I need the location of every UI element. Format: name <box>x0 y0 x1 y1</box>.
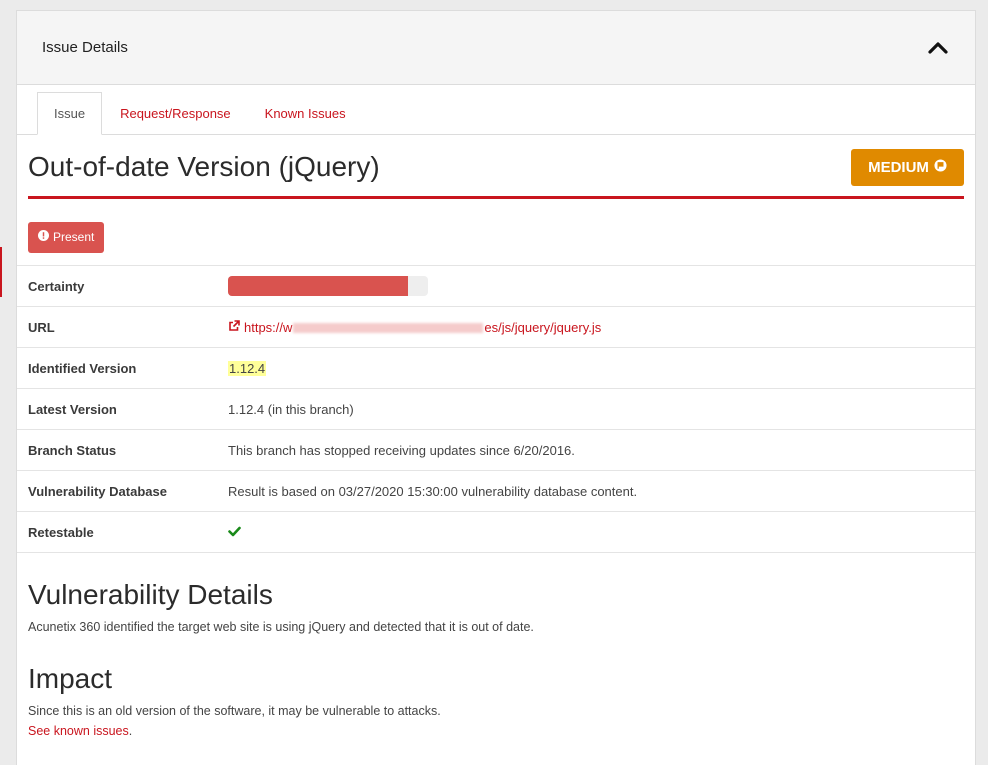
url-prefix: https://w <box>244 319 293 335</box>
table-row: Branch Status This branch has stopped re… <box>17 429 975 471</box>
tab-issue[interactable]: Issue <box>37 92 103 135</box>
status-button[interactable]: Present <box>28 221 105 253</box>
issue-content: Out-of-date Version (jQuery) MEDIUM Pres… <box>17 135 975 741</box>
retestable-label: Retestable <box>17 511 218 553</box>
flag-circle-icon <box>934 159 947 176</box>
vulnerability-details-heading: Vulnerability Details <box>28 579 273 610</box>
status-label: Present <box>53 230 95 244</box>
certainty-value <box>218 265 975 307</box>
url-suffix: es/js/jquery/jquery.js <box>484 319 602 335</box>
table-row: Vulnerability Database Result is based o… <box>17 470 975 512</box>
vulnerability-database-value: Result is based on 03/27/2020 15:30:00 v… <box>218 470 975 512</box>
issue-details-panel: Issue Details Issue Request/Response Kno… <box>16 10 976 765</box>
see-known-issues-link[interactable]: See known issues <box>28 724 129 738</box>
external-link-icon <box>228 319 240 335</box>
certainty-bar-fill <box>228 276 408 296</box>
issue-title: Out-of-date Version (jQuery) <box>28 150 380 182</box>
identified-version-label: Identified Version <box>17 347 218 389</box>
left-edge-marker <box>0 247 2 297</box>
issue-header: Out-of-date Version (jQuery) MEDIUM <box>28 135 964 199</box>
status-area: Present <box>28 199 964 265</box>
certainty-bar <box>228 276 428 296</box>
issue-tabs: Issue Request/Response Known Issues <box>17 85 975 135</box>
tab-known-issues[interactable]: Known Issues <box>249 92 362 134</box>
tab-request-response[interactable]: Request/Response <box>104 92 247 134</box>
url-redacted <box>293 323 484 334</box>
panel-title: Issue Details <box>42 39 128 56</box>
impact-link-suffix: . <box>128 724 133 738</box>
impact-text: Since this is an old version of the soft… <box>28 704 441 718</box>
table-row: Retestable <box>17 511 975 553</box>
branch-status-label: Branch Status <box>17 429 218 471</box>
url-label: URL <box>17 306 218 348</box>
chevron-up-icon[interactable] <box>927 41 949 55</box>
latest-version-label: Latest Version <box>17 388 218 430</box>
checkmark-icon <box>228 525 241 540</box>
vulnerability-database-label: Vulnerability Database <box>17 470 218 512</box>
latest-version-value: 1.12.4 (in this branch) <box>218 388 975 430</box>
panel-header: Issue Details <box>17 11 975 85</box>
impact-heading: Impact <box>28 663 113 694</box>
certainty-label: Certainty <box>17 265 218 307</box>
impact-link-line: See known issues. <box>28 721 964 741</box>
url-link[interactable]: https://w es/js/jquery/jquery.js <box>228 320 601 335</box>
table-row: URL https://w es/js/jquery/jquery.js <box>17 306 975 348</box>
severity-badge[interactable]: MEDIUM <box>851 149 964 186</box>
severity-label: MEDIUM <box>868 159 929 176</box>
table-row: Identified Version 1.12.4 <box>17 347 975 389</box>
branch-status-value: This branch has stopped receiving update… <box>218 429 975 471</box>
table-row: Latest Version 1.12.4 (in this branch) <box>17 388 975 430</box>
vulnerability-details-text: Acunetix 360 identified the target web s… <box>28 620 534 634</box>
identified-version-value: 1.12.4 <box>228 360 267 376</box>
table-row: Certainty <box>17 265 975 307</box>
exclamation-circle-icon <box>38 230 49 244</box>
details-table: Certainty URL https://w es/js/jquery/jque… <box>17 265 975 553</box>
